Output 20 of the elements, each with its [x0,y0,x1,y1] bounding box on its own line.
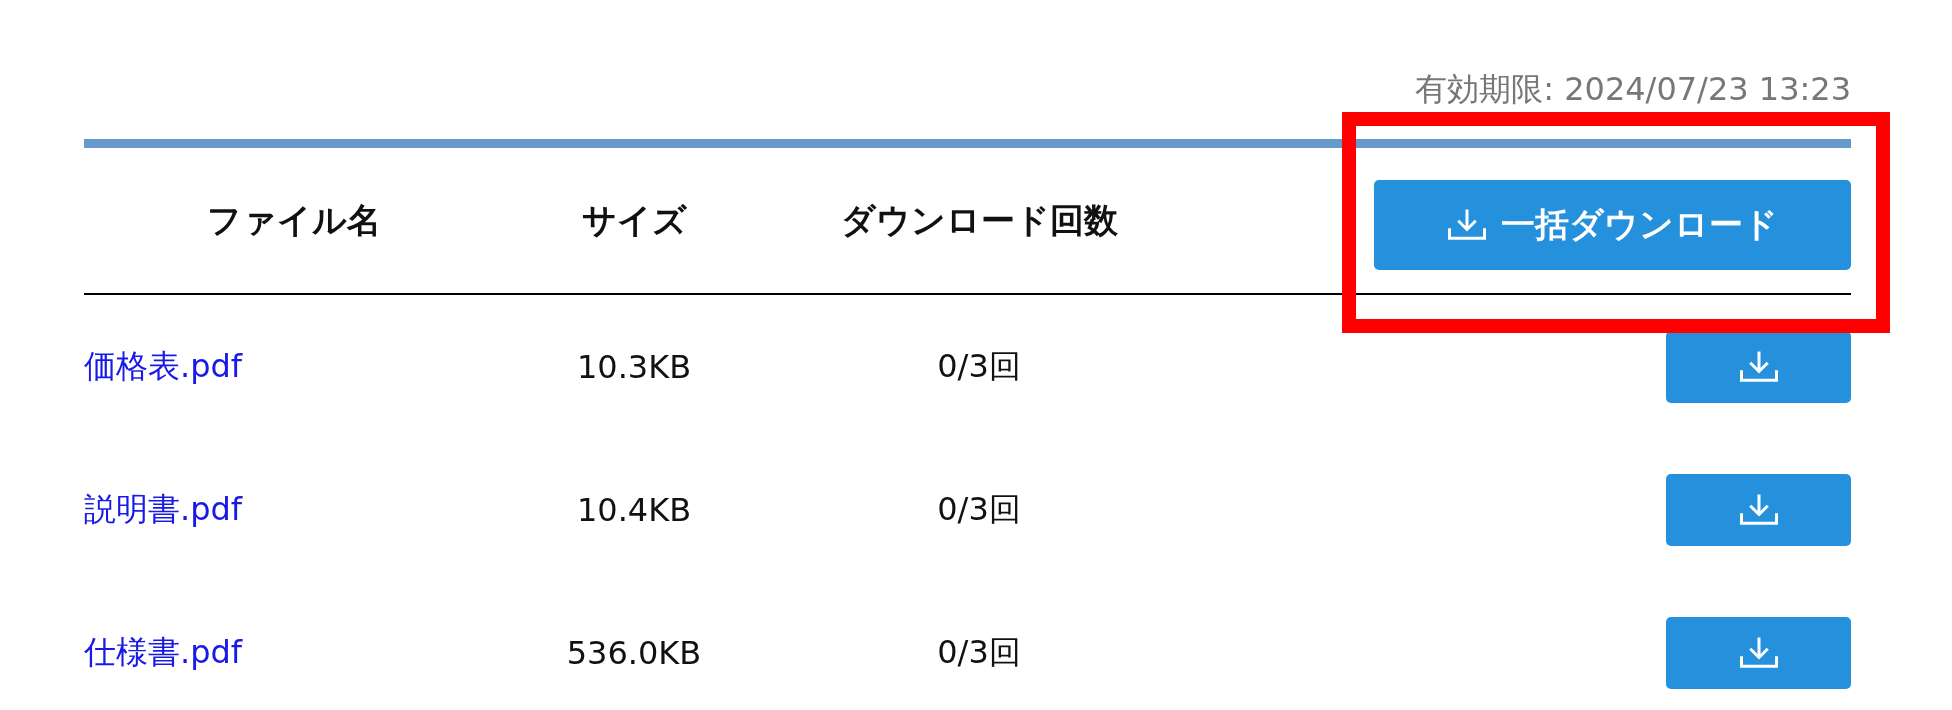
download-count: 0/3回 [936,631,1022,673]
column-header: サイズ [580,198,688,242]
download-icon [1738,635,1779,670]
download-icon [1447,207,1487,242]
download-icon [1738,349,1779,384]
expiry-text: 有効期限: 2024/07/23 13:23 [1414,70,1851,108]
download-button[interactable] [1666,473,1851,546]
file-size: 10.4KB [575,490,693,529]
file-link[interactable]: 仕様書.pdf [84,632,243,671]
download-button[interactable] [1666,616,1851,689]
column-header: ダウンロード回数 [839,198,1119,242]
download-count: 0/3回 [936,345,1022,387]
file-link[interactable]: 価格表.pdf [84,346,243,385]
column-header: ファイル名 [206,198,382,242]
file-size: 536.0KB [565,633,703,672]
download-button[interactable] [1666,330,1851,403]
file-size: 10.3KB [575,347,693,386]
download-icon [1738,492,1779,527]
download-count: 0/3回 [936,488,1022,530]
file-link[interactable]: 説明書.pdf [84,489,243,528]
